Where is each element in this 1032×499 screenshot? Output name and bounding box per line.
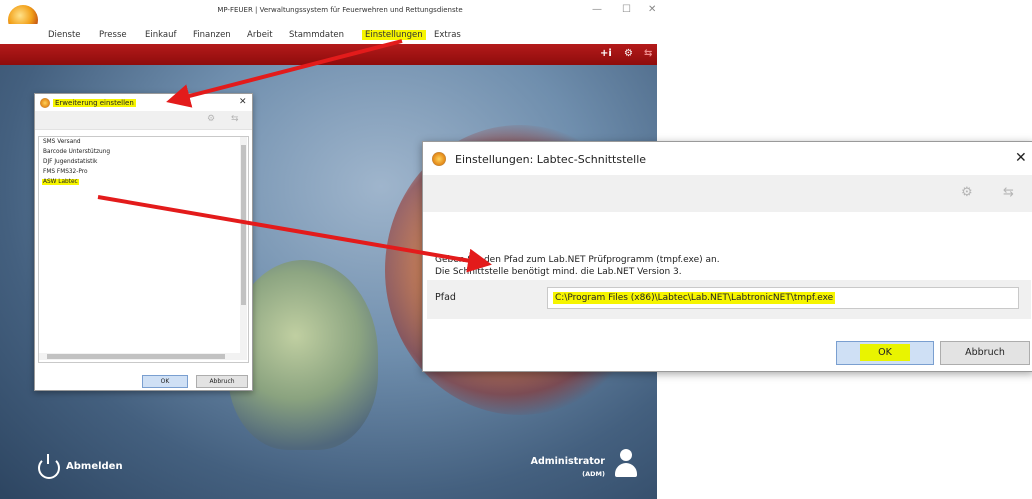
list-item[interactable]: DJF Jugendstatistik: [43, 159, 97, 165]
list-item[interactable]: Barcode Unterstützung: [43, 149, 110, 155]
list-item-selected[interactable]: ASW Labtec: [42, 179, 79, 185]
instruction-text: Die Schnittstelle benötigt mind. die Lab…: [435, 267, 682, 277]
labtec-dialog-title: Einstellungen: Labtec-Schnittstelle: [455, 153, 647, 166]
menu-stammdaten[interactable]: Stammdaten: [289, 30, 344, 40]
cancel-button[interactable]: Abbruch: [940, 341, 1030, 365]
logout-button[interactable]: Abmelden: [66, 461, 123, 472]
window-title: MP-FEUER | Verwaltungssystem für Feuerwe…: [217, 6, 463, 14]
menu-dienste[interactable]: Dienste: [48, 30, 81, 40]
labtec-dialog-toolbar: ⚙ ⇆: [423, 175, 1032, 212]
avatar-head: [620, 449, 632, 461]
swap-arrows-icon[interactable]: ⇆: [1003, 185, 1014, 200]
user-name: Administrator: [530, 456, 605, 467]
menu-arbeit[interactable]: Arbeit: [247, 30, 273, 40]
close-icon[interactable]: ✕: [1015, 150, 1027, 166]
vertical-scrollbar[interactable]: [240, 137, 247, 360]
dialog-app-icon: [40, 98, 50, 108]
settings-gears-icon[interactable]: ⚙: [961, 185, 973, 200]
extension-dialog: Erweiterung einstellen ✕ ⚙ ⇆ SMS Versand…: [34, 93, 253, 391]
extension-dialog-toolbar: ⚙ ⇆: [35, 111, 252, 130]
ok-button[interactable]: OK: [836, 341, 934, 365]
menu-finanzen[interactable]: Finanzen: [193, 30, 231, 40]
avatar-body: [615, 463, 637, 477]
user-avatar-icon[interactable]: [613, 449, 639, 479]
menu-bar: Dienste Presse Einkauf Finanzen Arbeit S…: [0, 24, 657, 44]
path-row: Pfad C:\Program Files (x86)\Labtec\Lab.N…: [427, 280, 1031, 319]
close-button[interactable]: ✕: [648, 4, 656, 15]
extension-dialog-title: Erweiterung einstellen: [53, 99, 136, 107]
settings-gears-icon[interactable]: ⚙: [624, 48, 633, 59]
power-icon[interactable]: [38, 454, 60, 479]
list-item[interactable]: FMS FMS32-Pro: [43, 169, 88, 175]
horizontal-scrollbar[interactable]: [39, 353, 240, 360]
scrollbar-thumb[interactable]: [241, 145, 246, 305]
menu-einstellungen[interactable]: Einstellungen: [362, 30, 426, 40]
dialog-app-icon: [432, 152, 446, 166]
title-bar: MP-FEUER | Verwaltungssystem für Feuerwe…: [0, 0, 657, 35]
extension-list[interactable]: SMS Versand Barcode Unterstützung DJF Ju…: [38, 136, 249, 363]
scrollbar-thumb[interactable]: [47, 354, 225, 359]
instruction-text: Geben Sie den Pfad zum Lab.NET Prüfprogr…: [435, 255, 720, 265]
minimize-button[interactable]: —: [592, 4, 602, 15]
close-icon[interactable]: ✕: [239, 97, 247, 107]
list-item[interactable]: SMS Versand: [43, 139, 81, 145]
user-code: (ADM): [582, 470, 605, 478]
menu-extras[interactable]: Extras: [434, 30, 461, 40]
add-info-icon[interactable]: +i: [600, 48, 612, 59]
menu-einkauf[interactable]: Einkauf: [145, 30, 176, 40]
main-toolbar: +i ⚙ ⇆: [0, 44, 657, 65]
swap-arrows-icon[interactable]: ⇆: [231, 114, 239, 124]
swap-arrows-icon[interactable]: ⇆: [644, 48, 652, 59]
path-input-value: C:\Program Files (x86)\Labtec\Lab.NET\La…: [553, 292, 836, 304]
labtec-dialog: Einstellungen: Labtec-Schnittstelle ✕ ⚙ …: [422, 141, 1032, 372]
settings-gears-icon[interactable]: ⚙: [207, 114, 215, 124]
ok-button-label: OK: [860, 344, 910, 361]
maximize-button[interactable]: ☐: [622, 4, 631, 15]
menu-presse[interactable]: Presse: [99, 30, 127, 40]
path-label: Pfad: [435, 292, 456, 303]
cancel-button[interactable]: Abbruch: [196, 375, 248, 388]
path-input[interactable]: C:\Program Files (x86)\Labtec\Lab.NET\La…: [547, 287, 1019, 309]
ok-button[interactable]: OK: [142, 375, 188, 388]
